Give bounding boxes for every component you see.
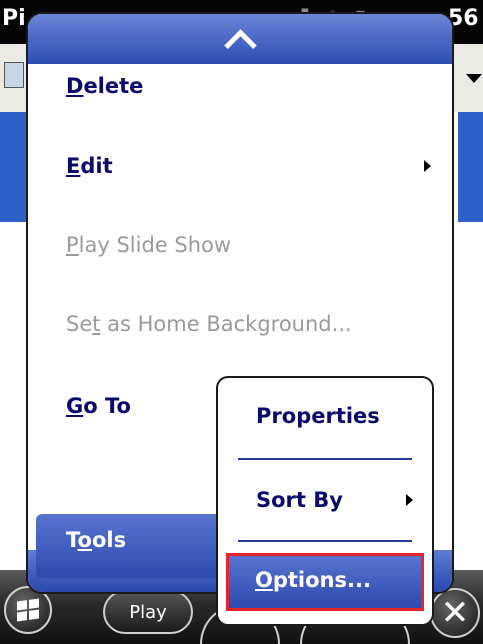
- folder-icon[interactable]: [4, 62, 24, 88]
- submenu-item-options-label: Options...: [255, 568, 371, 592]
- close-icon[interactable]: ✕: [430, 588, 480, 638]
- menu-item-set-as-home-background: Set as Home Background...: [66, 312, 352, 336]
- submenu-item-properties[interactable]: Properties: [256, 404, 380, 428]
- menu-item-edit[interactable]: Edit: [66, 154, 113, 178]
- submenu-item-options[interactable]: Options...: [226, 553, 424, 611]
- submenu-separator: [238, 458, 412, 460]
- dropdown-arrow-icon[interactable]: [466, 74, 482, 83]
- submenu-arrow-icon: [406, 494, 413, 506]
- menu-item-delete[interactable]: Delete: [66, 74, 143, 98]
- menu-scroll-up[interactable]: [28, 14, 452, 64]
- menu-item-go-to[interactable]: Go To: [66, 394, 131, 418]
- windows-flag-icon: [17, 598, 39, 622]
- submenu-arrow-icon: [424, 160, 431, 172]
- app-title: Pi: [2, 6, 26, 31]
- selection-strip-left: [0, 112, 28, 222]
- menu-item-tools[interactable]: Tools: [36, 514, 242, 578]
- play-softkey[interactable]: Play: [103, 590, 193, 634]
- submenu-separator: [238, 540, 412, 542]
- clock: 56: [448, 6, 479, 31]
- selection-strip-right: [458, 112, 483, 222]
- menu-item-play-slide-show: Play Slide Show: [66, 233, 232, 257]
- start-button[interactable]: [4, 586, 52, 634]
- chevron-up-icon: [223, 28, 257, 62]
- tools-submenu: Properties Sort By Options...: [218, 378, 432, 624]
- submenu-item-sort-by[interactable]: Sort By: [256, 488, 343, 512]
- menu-item-tools-label: Tools: [66, 528, 127, 552]
